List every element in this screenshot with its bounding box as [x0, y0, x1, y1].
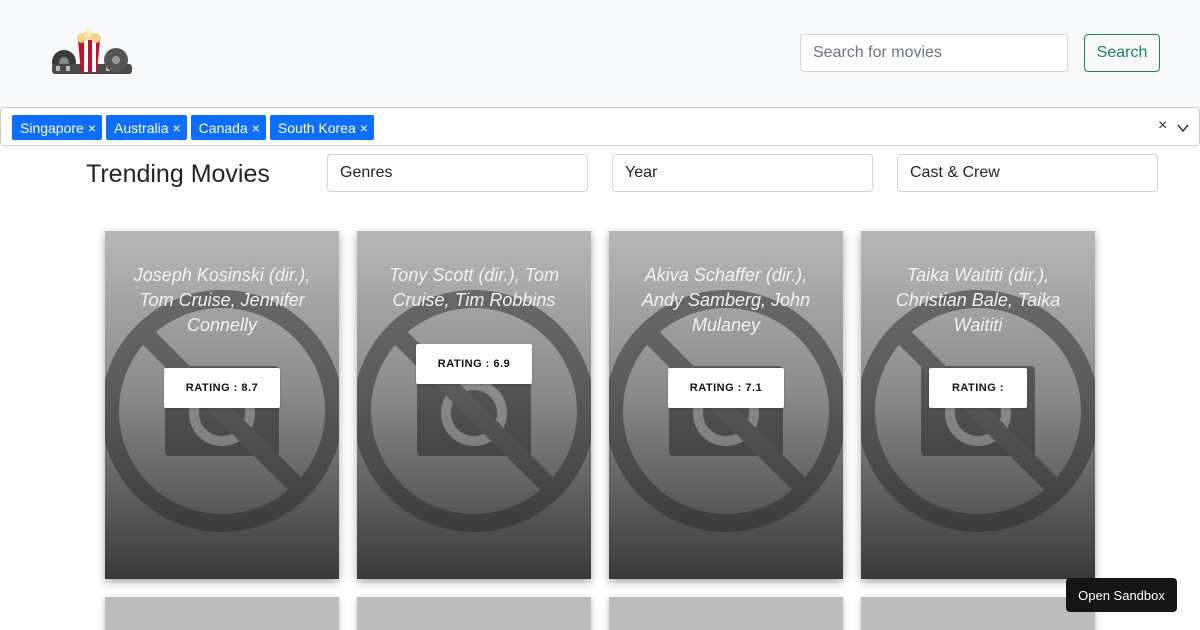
movie-card[interactable]: Tony Scott (dir.), Tom Cruise, Tim Robbi…	[357, 231, 591, 579]
movie-cast: Taika Waititi (dir.), Christian Bale, Ta…	[895, 265, 1061, 335]
search-button[interactable]: Search	[1084, 34, 1160, 72]
movie-card[interactable]	[105, 597, 339, 630]
movie-card[interactable]	[609, 597, 843, 630]
movie-card[interactable]	[861, 597, 1095, 630]
chip-label: Singapore	[20, 119, 84, 136]
region-chip: Canada ×	[190, 115, 266, 140]
region-chip: South Korea ×	[269, 115, 374, 140]
movie-cast: Tony Scott (dir.), Tom Cruise, Tim Robbi…	[388, 265, 560, 310]
movie-card[interactable]: Akiva Schaffer (dir.), Andy Samberg, Joh…	[609, 231, 843, 579]
movie-card[interactable]: Taika Waititi (dir.), Christian Bale, Ta…	[861, 231, 1095, 579]
cast-crew-filter[interactable]: Cast & Crew	[897, 154, 1158, 192]
rating-badge: RATING : 6.9	[416, 344, 532, 384]
selected-regions: Singapore × Australia × Canada × South K…	[12, 115, 374, 140]
open-sandbox-button[interactable]: Open Sandbox	[1066, 578, 1177, 612]
clear-all-icon[interactable]: ×	[1158, 117, 1167, 135]
search-input[interactable]	[800, 34, 1068, 72]
chip-label: Australia	[114, 119, 169, 136]
rating-badge: RATING : 8.7	[164, 368, 280, 408]
close-icon[interactable]: ×	[88, 121, 96, 135]
chip-label: South Korea	[277, 119, 356, 136]
region-multiselect[interactable]: Singapore × Australia × Canada × South K…	[0, 107, 1200, 146]
close-icon[interactable]: ×	[252, 121, 260, 135]
chip-label: Canada	[198, 119, 248, 136]
year-filter[interactable]: Year	[612, 154, 873, 192]
close-icon[interactable]: ×	[172, 121, 180, 135]
page-title: Trending Movies	[86, 160, 270, 188]
rating-badge: RATING :	[929, 368, 1027, 408]
region-chip: Australia ×	[106, 115, 187, 140]
movie-card[interactable]	[357, 597, 591, 630]
rating-badge: RATING : 7.1	[668, 368, 784, 408]
movie-card[interactable]: Joseph Kosinski (dir.), Tom Cruise, Jenn…	[105, 231, 339, 579]
popcorn-film-logo[interactable]	[44, 26, 136, 82]
genres-filter[interactable]: Genres	[327, 154, 588, 192]
navbar: Search	[0, 0, 1200, 107]
close-icon[interactable]: ×	[360, 121, 368, 135]
no-image-icon	[357, 290, 591, 532]
movie-cast: Akiva Schaffer (dir.), Andy Samberg, Joh…	[641, 265, 811, 335]
chevron-down-icon[interactable]	[1177, 122, 1189, 134]
movie-cast: Joseph Kosinski (dir.), Tom Cruise, Jenn…	[133, 265, 311, 335]
region-chip: Singapore ×	[12, 115, 103, 140]
